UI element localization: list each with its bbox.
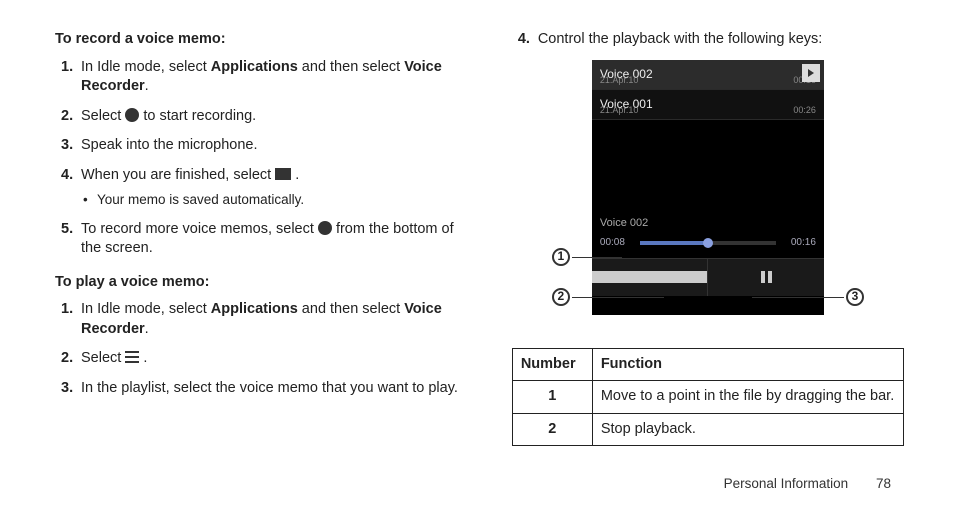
callout-2-lead (572, 297, 664, 298)
record-step-2: 2. Select to start recording. (61, 107, 467, 127)
memo-row-selected: Voice 002 21.Apr.10 00:16 (592, 60, 824, 90)
callout-1-lead (572, 257, 622, 258)
pause-button[interactable] (708, 259, 824, 296)
callout-3: 3 (846, 288, 864, 306)
memo-date: 21.Apr.10 (600, 104, 639, 116)
play-step-1: 1. In Idle mode, select Applications and… (61, 300, 467, 339)
td-num-2: 2 (512, 413, 592, 446)
page-number: 78 (876, 476, 891, 491)
memo-date: 21.Apr.10 (600, 74, 639, 86)
stop-button[interactable] (592, 259, 709, 296)
play-small-icon (802, 64, 820, 82)
page-footer: Personal Information 78 (724, 475, 891, 493)
record-icon (318, 221, 332, 235)
memo-row: Voice 001 21.Apr.10 00:26 (592, 90, 824, 120)
record-step-5: 5. To record more voice memos, select fr… (61, 220, 467, 259)
record-step-4: 4. When you are finished, select . Your … (61, 166, 467, 210)
function-table: Number Function 1 Move to a point in the… (512, 348, 904, 447)
memo-duration: 00:26 (793, 104, 816, 116)
heading-record: To record a voice memo: (55, 30, 467, 50)
progress-handle[interactable] (703, 238, 713, 248)
record-steps: 1. In Idle mode, select Applications and… (55, 58, 467, 259)
record-step-1: 1. In Idle mode, select Applications and… (61, 58, 467, 97)
total-time: 00:16 (782, 236, 816, 250)
play-step-2: 2. Select . (61, 349, 467, 369)
progress-row: 00:08 00:16 (592, 232, 824, 258)
td-fn-1: Move to a point in the file by dragging … (592, 381, 903, 414)
stop-icon (275, 168, 291, 180)
td-num-1: 1 (512, 381, 592, 414)
play-step-3: 3. In the playlist, select the voice mem… (61, 379, 467, 399)
record-step-3: 3. Speak into the microphone. (61, 136, 467, 156)
phone-screenshot: Voice 002 21.Apr.10 00:16 Voice 001 21.A… (592, 60, 824, 315)
list-icon (125, 351, 139, 363)
left-column: To record a voice memo: 1. In Idle mode,… (55, 30, 467, 446)
callout-1: 1 (552, 248, 570, 266)
callout-2: 2 (552, 288, 570, 306)
now-playing-title: Voice 002 (592, 210, 824, 233)
play-steps: 1. In Idle mode, select Applications and… (55, 300, 467, 398)
th-number: Number (512, 348, 592, 381)
phone-screenshot-wrapper: Voice 002 21.Apr.10 00:16 Voice 001 21.A… (512, 60, 904, 340)
th-function: Function (592, 348, 903, 381)
play-step-4: 4. Control the playback with the followi… (518, 30, 904, 50)
right-column: 4. Control the playback with the followi… (512, 30, 904, 446)
record-icon (125, 108, 139, 122)
footer-section: Personal Information (724, 476, 849, 491)
td-fn-2: Stop playback. (592, 413, 903, 446)
callout-3-lead (752, 297, 844, 298)
progress-bar[interactable] (640, 241, 776, 245)
elapsed-time: 00:08 (600, 236, 634, 250)
playback-controls (592, 258, 824, 296)
record-step-4-note: Your memo is saved automatically. (81, 191, 467, 209)
heading-play: To play a voice memo: (55, 273, 467, 293)
